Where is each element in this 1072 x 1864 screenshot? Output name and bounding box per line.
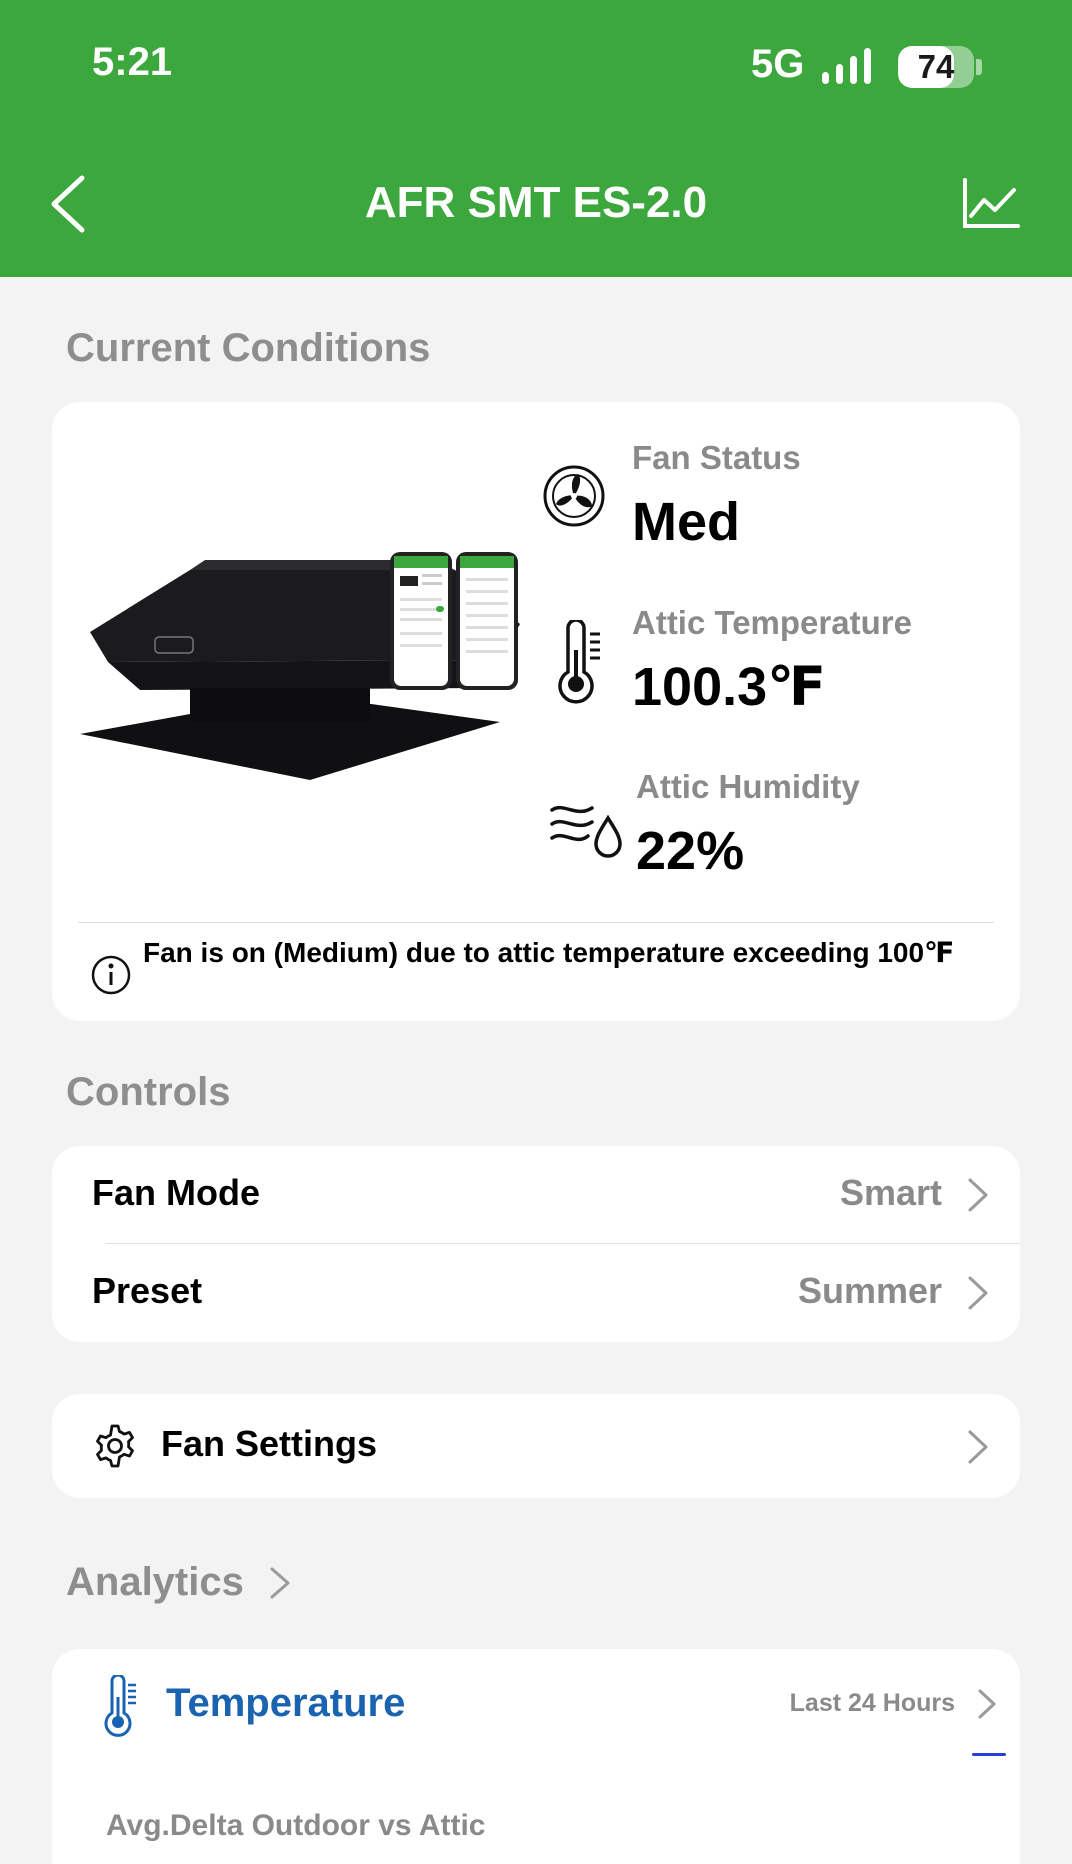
app-header: 5:21 5G 74 AFR SMT ES-2.0: [0, 0, 1072, 277]
fan-mode-row[interactable]: Fan Mode Smart: [52, 1146, 1020, 1244]
fan-mode-label: Fan Mode: [92, 1172, 260, 1213]
fan-settings-label: Fan Settings: [161, 1423, 378, 1464]
preset-row[interactable]: Preset Summer: [52, 1244, 1020, 1342]
fan-settings-row[interactable]: Fan Settings: [52, 1394, 1020, 1498]
signal-icon: [822, 48, 871, 84]
controls-title: Controls: [66, 1070, 231, 1114]
humidity-icon: [550, 805, 622, 858]
attic-humidity-value: 22%: [636, 821, 745, 881]
battery-icon: 74: [898, 46, 982, 88]
fan-icon: [543, 465, 605, 527]
time-range-selector[interactable]: Last 24 Hours: [790, 1689, 955, 1718]
card-divider: [78, 922, 994, 923]
preset-value: Summer: [797, 1270, 942, 1311]
current-conditions-title: Current Conditions: [66, 326, 431, 370]
temperature-title: Temperature: [166, 1681, 406, 1725]
fan-status-label: Fan Status: [632, 439, 801, 476]
network-type: 5G: [751, 42, 805, 86]
fan-mode-value: Smart: [839, 1172, 942, 1213]
chevron-right-icon[interactable]: [268, 1563, 292, 1603]
attic-temperature-value: 100.3℉: [632, 657, 826, 717]
chevron-right-icon: [968, 1276, 988, 1310]
fan-status-value: Med: [632, 492, 740, 552]
avg-delta-label: Avg.Delta Outdoor vs Attic: [106, 1809, 486, 1842]
preset-label: Preset: [92, 1270, 203, 1311]
line-chart-icon[interactable]: [962, 178, 1020, 230]
attic-humidity-label: Attic Humidity: [636, 768, 860, 805]
page-title: AFR SMT ES-2.0: [364, 178, 708, 227]
thermometer-icon: [558, 620, 600, 704]
temperature-analytics-card[interactable]: Temperature Last 24 Hours Avg.Delta Outd…: [52, 1649, 1020, 1864]
attic-temperature-label: Attic Temperature: [632, 604, 912, 641]
analytics-title[interactable]: Analytics: [66, 1560, 244, 1605]
battery-percent: 74: [917, 48, 955, 85]
roof-fan-product-image: [80, 552, 520, 780]
current-conditions-card: Fan Status Med Attic Temperature 100.3℉ …: [52, 402, 1020, 1021]
controls-card: Fan Mode Smart Preset Summer: [52, 1146, 1020, 1342]
chevron-right-icon[interactable]: [976, 1687, 998, 1721]
gear-icon: [96, 1424, 134, 1468]
status-time: 5:21: [92, 40, 173, 84]
info-icon: [91, 955, 131, 995]
chevron-right-icon: [968, 1430, 988, 1464]
chevron-right-icon: [968, 1178, 988, 1212]
thermometer-icon: [104, 1675, 136, 1737]
range-indicator: [972, 1753, 1006, 1756]
fan-reason-message: Fan is on (Medium) due to attic temperat…: [143, 937, 955, 968]
